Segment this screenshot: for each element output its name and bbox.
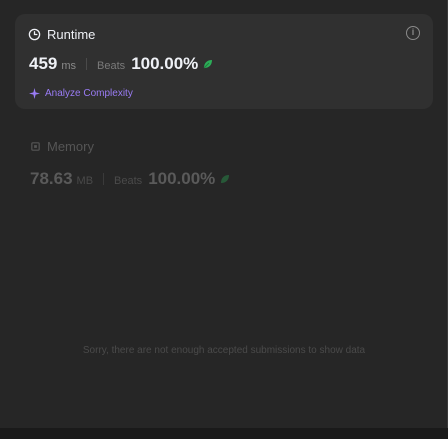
runtime-beats-value: 100.00%: [131, 54, 199, 73]
memory-icon: [31, 142, 40, 151]
leaf-icon: [203, 60, 213, 69]
divider: [86, 58, 88, 70]
runtime-card[interactable]: Runtime i 459 ms Beats 100.00% Analyze C…: [15, 14, 433, 109]
runtime-title: Runtime: [47, 27, 96, 42]
divider: [103, 173, 105, 185]
memory-beats-value: 100.00%: [148, 169, 216, 188]
leaf-icon: [221, 175, 230, 183]
info-icon[interactable]: i: [406, 26, 420, 40]
bottom-edge: [0, 428, 448, 439]
sparkle-icon: [29, 88, 40, 99]
memory-unit: MB: [76, 175, 94, 187]
submission-stats-panel: Runtime i 459 ms Beats 100.00% Analyze C…: [0, 0, 448, 428]
runtime-value: 459: [29, 54, 58, 73]
runtime-beats-label: Beats: [97, 60, 126, 72]
memory-value: 78.63: [30, 169, 73, 188]
memory-beats-label: Beats: [114, 175, 143, 187]
analyze-complexity-label: Analyze Complexity: [45, 88, 133, 99]
empty-state-message: Sorry, there are not enough accepted sub…: [82, 345, 366, 356]
memory-stats: 78.63 MB Beats 100.00%: [30, 169, 231, 189]
runtime-stats: 459 ms Beats 100.00%: [29, 54, 214, 74]
runtime-header: Runtime: [28, 27, 95, 42]
memory-title: Memory: [47, 139, 94, 154]
runtime-unit: ms: [61, 60, 77, 72]
analyze-complexity-button[interactable]: Analyze Complexity: [29, 88, 133, 99]
clock-icon: [28, 28, 41, 41]
memory-header[interactable]: Memory: [30, 139, 94, 154]
